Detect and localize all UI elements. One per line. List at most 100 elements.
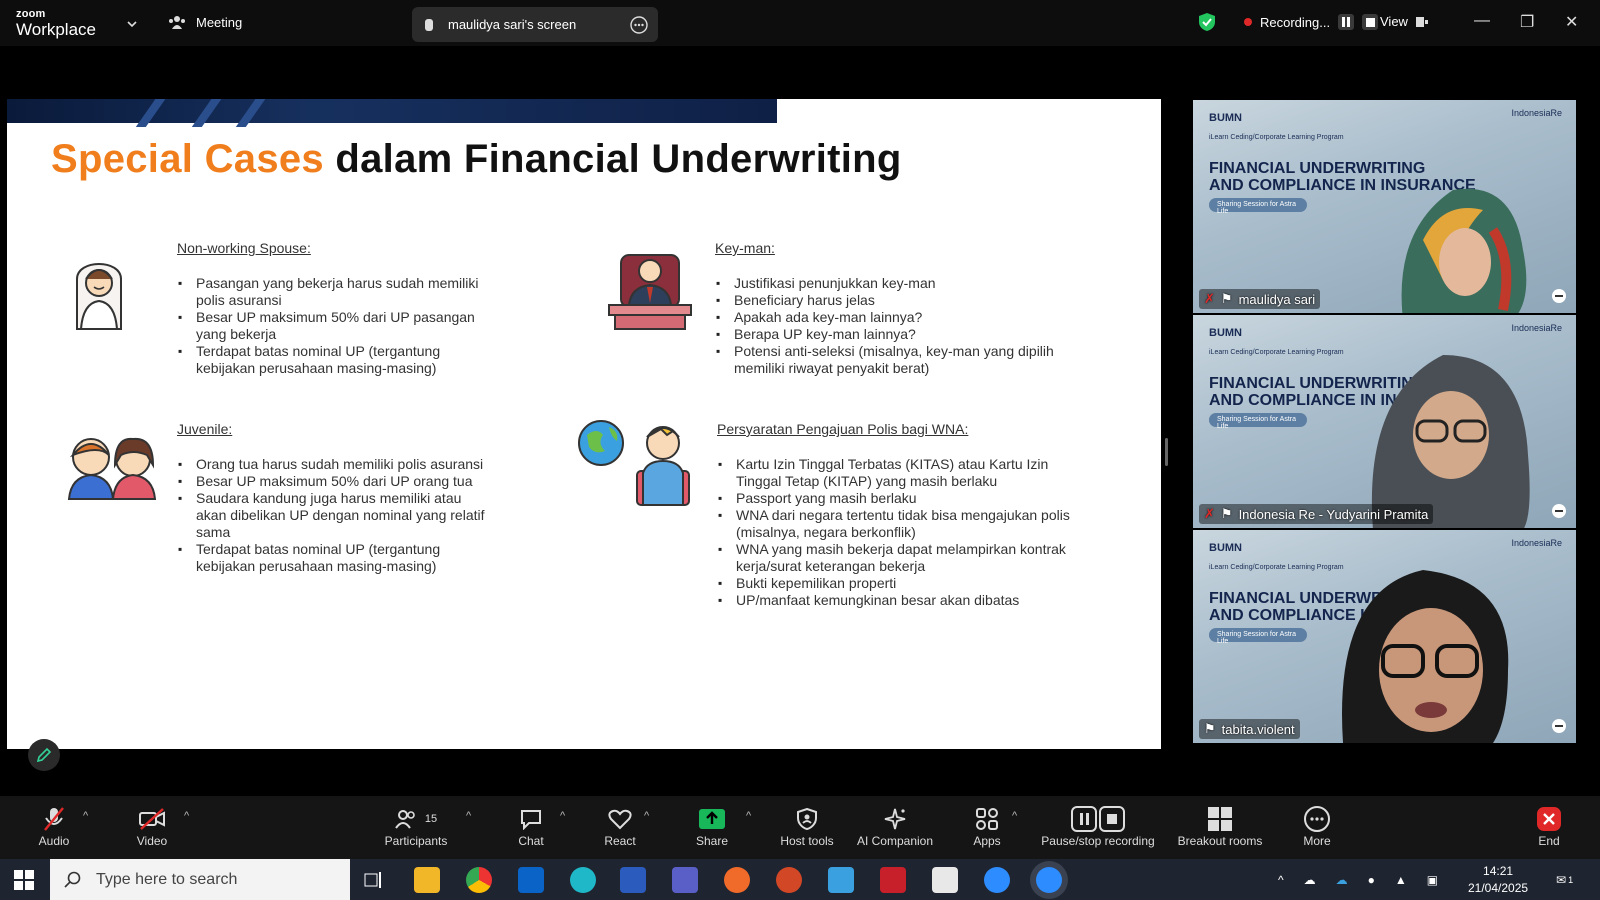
video-button[interactable]: Video [132, 806, 172, 848]
businessman-icon [608, 254, 692, 330]
more-button[interactable]: More [1300, 806, 1334, 848]
microphone-icon[interactable]: ● [1368, 873, 1375, 887]
restore-icon[interactable]: ❐ [1520, 12, 1534, 32]
tile-pill: Sharing Session for Astra Life [1209, 628, 1307, 645]
brand-bottom: Workplace [16, 20, 96, 39]
section-non-working-spouse: Non-working Spouse: Pasangan yang bekerj… [177, 240, 487, 377]
windows-start-icon[interactable] [14, 870, 34, 895]
traveller-globe-icon [578, 420, 690, 506]
slide-title: Special Cases dalam Financial Underwriti… [51, 137, 902, 182]
muted-mic-icon: ✗ [1204, 291, 1215, 306]
shared-slide: Special Cases dalam Financial Underwriti… [7, 99, 1161, 749]
list-item: UP/manfaat kemungkinan besar akan dibata… [717, 592, 1087, 609]
zoom-meeting-icon[interactable] [1036, 867, 1062, 893]
task-view-icon[interactable] [364, 871, 384, 894]
ai-companion-button[interactable]: AI Companion [850, 806, 940, 848]
apps-label: Apps [973, 834, 1001, 848]
share-options-caret[interactable]: ^ [746, 810, 751, 822]
breakout-rooms-button[interactable]: Breakout rooms [1174, 806, 1266, 848]
pause-recording-button[interactable] [1338, 14, 1355, 30]
display-icon[interactable]: ▣ [1427, 873, 1438, 887]
more-options-icon[interactable] [1552, 504, 1566, 518]
host-tools-button[interactable]: Host tools [776, 806, 838, 848]
participant-video [1371, 355, 1530, 528]
react-button[interactable]: React [602, 806, 638, 848]
end-meeting-button[interactable]: End [1534, 806, 1564, 848]
annotate-pencil-button[interactable] [28, 739, 60, 771]
recording-indicator: Recording... [1198, 12, 1379, 32]
tile-logo: BUMN [1209, 112, 1242, 124]
section-heading: Juvenile: [177, 421, 233, 437]
video-options-caret[interactable]: ^ [184, 810, 189, 822]
participant-video [1401, 188, 1527, 313]
close-icon[interactable]: ✕ [1565, 12, 1578, 32]
outlook-icon[interactable] [518, 867, 544, 893]
search-icon [64, 871, 81, 888]
bullet-list: Pasangan yang bekerja harus sudah memili… [177, 275, 487, 377]
participants-button[interactable]: 15 Participants [380, 806, 452, 848]
tile-logo-right: IndonesiaRe [1511, 323, 1562, 333]
view-menu[interactable]: View [1380, 14, 1428, 29]
wifi-icon[interactable]: ▲ [1395, 873, 1407, 887]
chevron-up-icon[interactable]: ^ [1278, 873, 1284, 887]
more-options-icon[interactable] [1552, 719, 1566, 733]
pause-stop-recording-button[interactable]: Pause/stop recording [1034, 806, 1162, 848]
apps-options-caret[interactable]: ^ [1012, 810, 1017, 822]
photos-icon[interactable] [828, 867, 854, 893]
minimize-icon[interactable]: — [1474, 12, 1490, 30]
muted-mic-icon [44, 807, 64, 831]
bullet-list: Kartu Izin Tinggal Terbatas (KITAS) atau… [717, 456, 1087, 609]
apps-button[interactable]: Apps [970, 806, 1004, 848]
chrome-icon[interactable] [466, 867, 492, 893]
share-screen-icon [699, 809, 725, 829]
participants-options-caret[interactable]: ^ [466, 810, 471, 822]
section-heading: Persyaratan Pengajuan Polis bagi WNA: [717, 421, 969, 437]
pin-icon: ⚑ [1204, 721, 1216, 736]
more-options-icon[interactable] [1552, 289, 1566, 303]
teams-icon[interactable] [672, 867, 698, 893]
notification-count: 1 [1568, 874, 1574, 885]
section-juvenile: Juvenile: Orang tua harus sudah memiliki… [177, 421, 487, 575]
participant-video [1342, 570, 1509, 743]
participant-name: ✗ ⚑ Indonesia Re - Yudyarini Pramita [1199, 504, 1434, 524]
elo-app-icon[interactable] [932, 867, 958, 893]
chevron-down-icon[interactable] [126, 16, 138, 34]
panel-resize-handle[interactable] [1165, 438, 1168, 466]
meeting-menu[interactable]: Meeting [168, 14, 242, 30]
share-button[interactable]: Share [693, 806, 731, 848]
pause-stop-label: Pause/stop recording [1041, 834, 1155, 848]
stop-recording-button[interactable] [1362, 14, 1379, 30]
security-app-icon[interactable] [880, 867, 906, 893]
clock[interactable]: 14:21 21/04/2025 [1468, 859, 1528, 900]
list-item: Kartu Izin Tinggal Terbatas (KITAS) atau… [717, 456, 1087, 490]
list-item: WNA yang masih bekerja dapat melampirkan… [717, 541, 1087, 575]
word-icon[interactable] [620, 867, 646, 893]
firefox-icon[interactable] [724, 867, 750, 893]
slide-header-band [7, 99, 777, 127]
chat-options-caret[interactable]: ^ [560, 810, 565, 822]
cloud-icon[interactable]: ☁ [1304, 873, 1316, 887]
bullet-list: Orang tua harus sudah memiliki polis asu… [177, 456, 487, 575]
list-item: Terdapat batas nominal UP (tergantung ke… [177, 343, 487, 377]
powerpoint-icon[interactable] [776, 867, 802, 893]
video-tile[interactable]: BUMN IndonesiaRe iLearn Ceding/Corporate… [1193, 315, 1576, 528]
list-item: Passport yang masih berlaku [717, 490, 1087, 507]
react-options-caret[interactable]: ^ [644, 810, 649, 822]
video-tile-active-speaker[interactable]: BUMN IndonesiaRe iLearn Ceding/Corporate… [1193, 530, 1576, 743]
notification-center[interactable]: ✉ 1 [1556, 859, 1573, 900]
screen-share-pill[interactable]: maulidya sari's screen [412, 7, 658, 42]
tile-subtitle: iLearn Ceding/Corporate Learning Program [1209, 134, 1344, 141]
onedrive-icon[interactable]: ☁ [1336, 873, 1348, 887]
chat-button[interactable]: Chat [515, 806, 547, 848]
taskbar-search-box[interactable]: Type here to search [50, 859, 350, 900]
more-options-icon [630, 15, 648, 34]
list-item: Apakah ada key-man lainnya? [715, 309, 1085, 326]
zoom-icon[interactable] [984, 867, 1010, 893]
audio-options-caret[interactable]: ^ [83, 810, 88, 822]
participant-name: ⚑ tabita.violent [1199, 719, 1300, 739]
video-tile[interactable]: BUMN IndonesiaRe iLearn Ceding/Corporate… [1193, 100, 1576, 313]
canva-icon[interactable] [570, 867, 596, 893]
tile-pill: Sharing Session for Astra Life [1209, 413, 1307, 430]
file-explorer-icon[interactable] [414, 867, 440, 893]
audio-button[interactable]: Audio [34, 806, 74, 848]
